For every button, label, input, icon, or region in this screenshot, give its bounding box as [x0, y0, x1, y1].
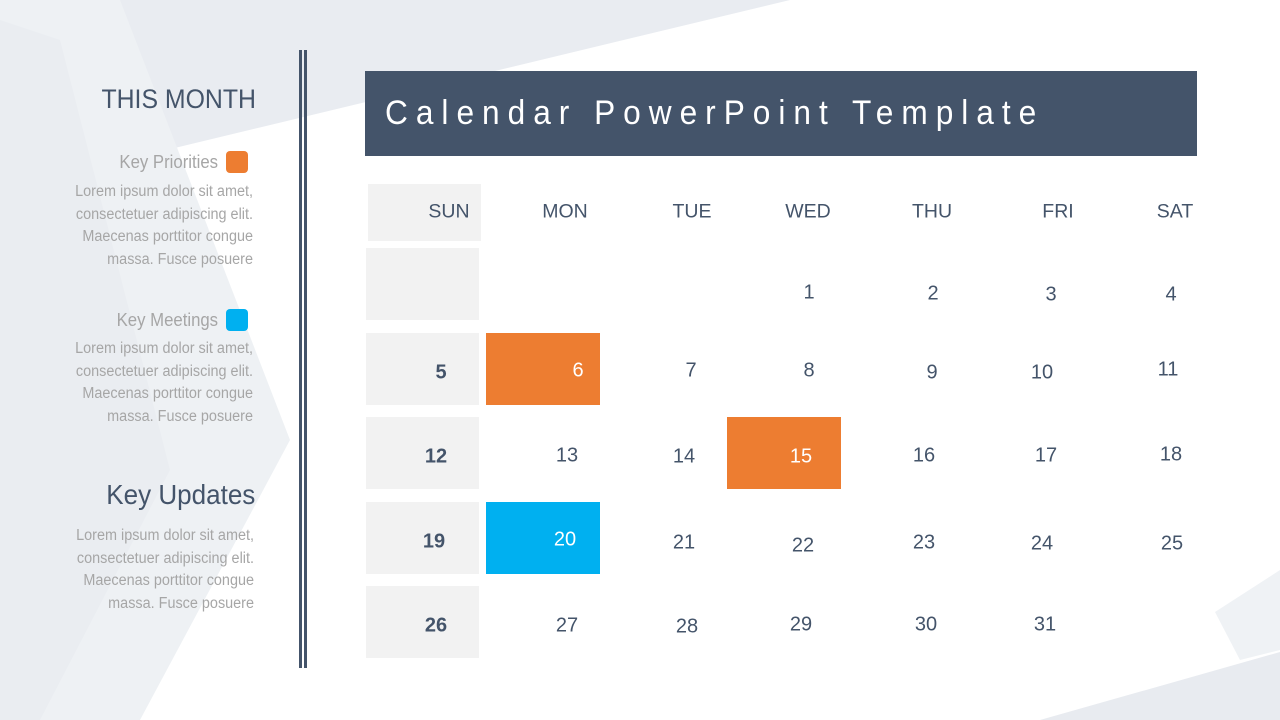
- text-line: Lorem ipsum dolor sit amet,: [75, 340, 253, 357]
- day-number: 11: [1157, 358, 1179, 381]
- bg-shape-bottom-right-2: [1040, 652, 1280, 720]
- day-cell-26[interactable]: 26: [366, 586, 479, 658]
- text-line: consectetuer adipiscing elit.: [75, 362, 254, 380]
- day-number: 29: [789, 613, 813, 636]
- page-title: Calendar PowerPoint Template: [385, 94, 1045, 132]
- day-cell-20[interactable]: 20: [486, 502, 600, 574]
- day-number: 5: [435, 361, 447, 384]
- day-number: 2: [927, 282, 939, 305]
- day-cell-11[interactable]: 11: [1087, 333, 1200, 405]
- day-cell-5[interactable]: 5: [366, 333, 479, 405]
- day-cell-21[interactable]: 21: [607, 502, 720, 574]
- day-number: 12: [424, 445, 448, 468]
- day-number: 7: [685, 359, 697, 382]
- day-cell-28[interactable]: 28: [607, 586, 720, 658]
- key-meetings-label: Key Meetings: [116, 309, 218, 330]
- key-priorities-label: Key Priorities: [119, 151, 218, 172]
- key-meetings-heading: Key Meetings: [109, 309, 248, 331]
- day-number: 18: [1159, 443, 1183, 466]
- day-cell-24[interactable]: 24: [967, 502, 1080, 574]
- day-number: 30: [914, 613, 938, 636]
- day-cell-27[interactable]: 27: [487, 586, 600, 658]
- day-number: 14: [672, 445, 696, 468]
- day-number: 27: [555, 614, 579, 637]
- day-number: 9: [926, 361, 938, 384]
- day-cell-14[interactable]: 14: [607, 417, 720, 489]
- text-line: Maecenas porttitor congue: [83, 572, 254, 590]
- day-cell-30[interactable]: 30: [847, 586, 960, 658]
- day-cell-12[interactable]: 12: [366, 417, 479, 489]
- day-cell-22[interactable]: 22: [727, 502, 840, 574]
- day-cell-4[interactable]: 4: [1087, 248, 1200, 320]
- day-number: 24: [1030, 532, 1054, 555]
- day-number: 25: [1160, 532, 1184, 555]
- this-month-heading: THIS MONTH: [101, 84, 256, 114]
- day-cell-18[interactable]: 18: [1087, 417, 1200, 489]
- day-cell-17[interactable]: 17: [967, 417, 1080, 489]
- day-cell-7[interactable]: 7: [607, 333, 720, 405]
- day-number: 16: [912, 444, 936, 467]
- day-number: 21: [672, 531, 696, 554]
- day-cell-2[interactable]: 2: [847, 248, 960, 320]
- day-number: 3: [1045, 283, 1057, 306]
- day-number: 23: [912, 531, 936, 554]
- day-number: 20: [553, 528, 577, 551]
- day-number: 31: [1033, 613, 1057, 636]
- day-cell-8[interactable]: 8: [727, 333, 840, 405]
- meeting-color-marker: [226, 309, 248, 331]
- day-number: 26: [424, 614, 448, 637]
- text-line: consectetuer adipiscing elit.: [75, 205, 254, 223]
- day-number: 17: [1034, 444, 1058, 467]
- day-cell-3[interactable]: 3: [967, 248, 1080, 320]
- day-cell-25[interactable]: 25: [1087, 502, 1200, 574]
- day-cell-10[interactable]: 10: [967, 333, 1080, 405]
- key-priorities-heading: Key Priorities: [112, 151, 248, 173]
- text-line: Maecenas porttitor congue: [82, 385, 253, 403]
- text-line: Lorem ipsum dolor sit amet,: [76, 527, 254, 544]
- divider-line: [299, 50, 302, 668]
- day-cell-6[interactable]: 6: [486, 333, 600, 405]
- bg-shape-bottom-right: [1215, 570, 1280, 660]
- key-updates-heading: Key Updates: [105, 479, 255, 510]
- sunday-header-bg: [368, 184, 481, 241]
- title-banner: Calendar PowerPoint Template: [365, 71, 1197, 156]
- day-cell-19[interactable]: 19: [366, 502, 479, 574]
- day-number: 28: [675, 615, 699, 638]
- day-number: 8: [803, 359, 815, 382]
- key-priorities-text: Lorem ipsum dolor sit amet, consectetuer…: [13, 181, 253, 272]
- double-divider: [299, 50, 307, 668]
- day-number: 4: [1165, 283, 1177, 306]
- day-cell-29[interactable]: 29: [727, 586, 840, 658]
- day-number: 13: [555, 444, 579, 467]
- text-line: massa. Fusce posuere: [107, 251, 253, 269]
- day-cell-1[interactable]: 1: [727, 248, 840, 320]
- day-number: 1: [803, 281, 815, 304]
- day-cell-23[interactable]: 23: [847, 502, 960, 574]
- day-number: 6: [572, 359, 584, 382]
- day-number: 10: [1030, 361, 1054, 384]
- day-cell-31[interactable]: 31: [967, 586, 1080, 658]
- text-line: Lorem ipsum dolor sit amet,: [75, 183, 253, 200]
- day-cell-13[interactable]: 13: [487, 417, 600, 489]
- key-meetings-text: Lorem ipsum dolor sit amet, consectetuer…: [13, 338, 253, 429]
- text-line: massa. Fusce posuere: [108, 595, 254, 613]
- day-cell-15[interactable]: 15: [727, 417, 841, 489]
- text-line: consectetuer adipiscing elit.: [76, 549, 255, 567]
- divider-line: [304, 50, 307, 668]
- priority-color-marker: [226, 151, 248, 173]
- day-cell-16[interactable]: 16: [847, 417, 960, 489]
- text-line: Maecenas porttitor congue: [82, 228, 253, 246]
- day-number: 15: [789, 445, 813, 468]
- day-cell-9[interactable]: 9: [847, 333, 960, 405]
- text-line: massa. Fusce posuere: [107, 408, 253, 426]
- day-number: 22: [791, 534, 815, 557]
- key-updates-text: Lorem ipsum dolor sit amet, consectetuer…: [14, 525, 254, 616]
- sidebar: THIS MONTH Key Priorities Lorem ipsum do…: [0, 0, 256, 720]
- day-cell-empty[interactable]: [366, 248, 479, 320]
- day-number: 19: [422, 530, 446, 553]
